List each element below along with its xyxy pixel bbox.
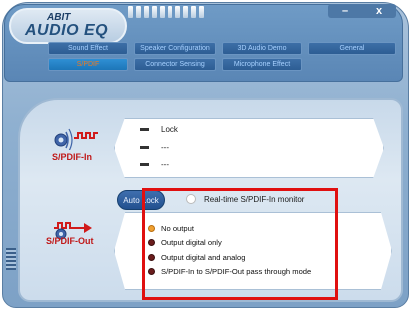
status-value-text: --- (161, 143, 169, 152)
spdif-in-label: S/PDIF-In (52, 152, 92, 162)
highlight-box (142, 188, 338, 300)
status-indicator-icon (140, 146, 149, 149)
tab-microphone-effect[interactable]: Microphone Effect (222, 58, 302, 71)
tab-spdif[interactable]: S/PDIF (48, 58, 128, 71)
tab-sound-effect[interactable]: Sound Effect (48, 42, 128, 55)
lock-status-row: --- (140, 143, 169, 152)
side-resize-handle[interactable] (6, 248, 16, 270)
lock-status-text: Lock (161, 125, 178, 134)
tab-speaker-configuration[interactable]: Speaker Configuration (134, 42, 216, 55)
window-controls: – x (328, 4, 396, 18)
tab-3d-audio-demo[interactable]: 3D Audio Demo (222, 42, 302, 55)
lock-indicator-icon (140, 128, 149, 131)
lock-status-row: --- (140, 160, 169, 169)
minimize-button[interactable]: – (342, 5, 348, 17)
status-indicator-icon (140, 163, 149, 166)
tab-connector-sensing[interactable]: Connector Sensing (134, 58, 216, 71)
title-drag-handle[interactable] (128, 6, 205, 18)
tab-general[interactable]: General (308, 42, 396, 55)
close-button[interactable]: x (376, 5, 382, 17)
lock-status-row: Lock (140, 125, 178, 134)
status-value-text: --- (161, 160, 169, 169)
app-logo: ABIT AUDIO EQ (9, 8, 127, 44)
spdif-in-icon (54, 128, 98, 150)
spdif-out-label: S/PDIF-Out (46, 236, 94, 246)
logo-product-text: AUDIO EQ (25, 22, 109, 39)
